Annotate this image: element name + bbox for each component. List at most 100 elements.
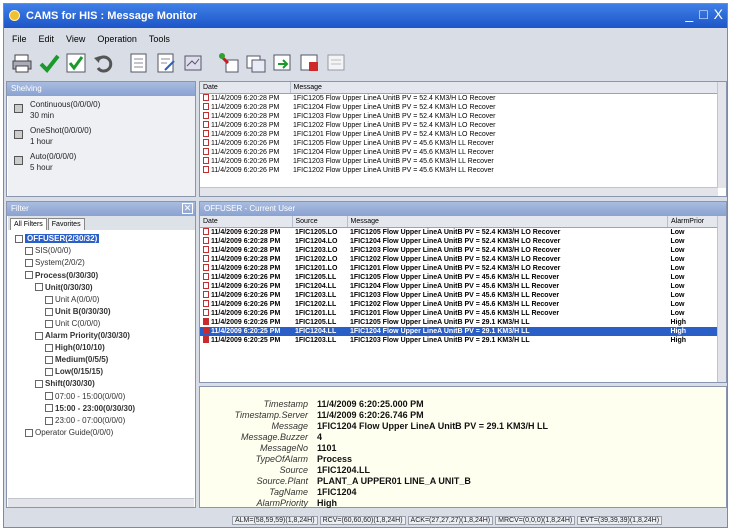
row-message: 1FIC1205 Flow Upper LineA UnitB PV = 45.… [350,273,560,281]
tree-node[interactable]: Unit(0/30/30) [35,283,93,292]
column-header-message[interactable]: Message [347,216,668,228]
table-row[interactable]: 11/4/2009 6:20:26 PM 1FIC1203.LL 1FIC1203 … [200,291,718,300]
column-header-source[interactable]: Source [292,216,348,228]
table-row[interactable]: 11/4/2009 6:20:28 PM 1FIC1204.LO 1FIC1204 … [200,237,718,246]
tree-node-icon [25,247,33,256]
tab-all-filters[interactable]: All Filters [10,218,47,230]
alarm-marker-icon [203,228,209,236]
tree-node-label: Process(0/30/30) [35,270,99,280]
shelving-title: Shelving [7,82,195,96]
tree-node[interactable]: Operator Guide(0/0/0) [25,428,113,437]
table-row[interactable]: 11/4/2009 6:20:26 PM 1FIC1204.LL 1FIC1204 … [200,282,718,291]
tree-node-label: Unit A(0/0/0) [55,294,100,304]
tree-node[interactable]: High(0/10/10) [45,343,105,352]
undo-icon[interactable] [91,51,115,75]
row-priority: High [670,318,687,326]
table-row[interactable]: 11/4/2009 6:20:28 PM 1FIC1203 Flow Upper … [200,112,718,121]
list-edit-icon[interactable] [154,51,178,75]
row-date-text: 11/4/2009 6:20:28 PM [211,264,281,272]
tree-node[interactable]: Alarm Priority(0/30/30) [35,331,130,340]
shelving-item-name[interactable]: OneShot(0/0/0/0) [30,126,91,135]
detail-key: Timestamp.Server [234,410,308,420]
tree-node[interactable]: Unit A(0/0/0) [45,295,99,304]
tree-node[interactable]: 23:00 - 07:00(0/0/0) [45,416,125,425]
menu-tools[interactable]: Tools [149,34,170,44]
table-row[interactable]: 11/4/2009 6:20:28 PM 1FIC1205.LO 1FIC1205 … [200,227,718,237]
history-table: Date Message 11/4/2009 6:20:28 PM 1FIC120… [200,82,718,175]
print-icon[interactable] [10,51,34,75]
title-bar[interactable]: CAMS for HIS : Message Monitor _ □ X [4,4,727,28]
tree-node[interactable]: System(2/0/2) [25,258,85,267]
table-row[interactable]: 11/4/2009 6:20:28 PM 1FIC1203.LO 1FIC1203 … [200,246,718,255]
menu-file[interactable]: File [12,34,27,44]
table-row[interactable]: 11/4/2009 6:20:26 PM 1FIC1202.LL 1FIC1202 … [200,300,718,309]
tree-node[interactable]: SIS(0/0/0) [25,246,71,255]
column-header-date[interactable]: Date [200,82,291,94]
table-row[interactable]: 11/4/2009 6:20:28 PM 1FIC1202 Flow Upper … [200,121,718,130]
tree-node-icon [35,283,43,292]
tree-node-label: Low(0/15/15) [55,367,104,377]
window-red-icon[interactable] [298,51,322,75]
table-row[interactable]: 11/4/2009 6:20:26 PM 1FIC1203 Flow Upper … [200,157,718,166]
row-date: 11/4/2009 6:20:26 PM [200,139,290,148]
table-row[interactable]: 11/4/2009 6:20:25 PM 1FIC1203.LL 1FIC1203 … [200,336,718,345]
vertical-scrollbar[interactable] [717,82,726,188]
row-message: 1FIC1204 Flow Upper LineA UnitB PV = 45.… [293,148,494,156]
acknowledge-all-icon[interactable] [64,51,88,75]
menu-view[interactable]: View [66,34,85,44]
table-row[interactable]: 11/4/2009 6:20:28 PM 1FIC1201.LO 1FIC1201 … [200,264,718,273]
detail-key: AlarmPriority [256,498,308,508]
row-date: 11/4/2009 6:20:28 PM [200,264,292,273]
alarm-marker-icon [203,130,209,138]
acknowledge-check-icon[interactable] [37,51,61,75]
menu-operation[interactable]: Operation [97,34,137,44]
tree-node[interactable]: Process(0/30/30) [25,271,98,280]
table-row[interactable]: 11/4/2009 6:20:28 PM 1FIC1202.LO 1FIC1202 … [200,255,718,264]
window-arrow-icon[interactable] [271,51,295,75]
table-row[interactable]: 11/4/2009 6:20:26 PM 1FIC1205 Flow Upper … [200,139,718,148]
horizontal-scrollbar[interactable] [8,498,194,507]
window-blank-icon[interactable] [325,51,349,75]
row-date-text: 11/4/2009 6:20:28 PM [211,246,281,254]
close-button[interactable]: X [714,6,723,22]
table-row[interactable]: 11/4/2009 6:20:25 PM 1FIC1204.LL 1FIC1204 … [200,326,718,336]
close-icon[interactable]: ✕ [182,203,193,214]
window-icon[interactable] [244,51,268,75]
minimize-button[interactable]: _ [685,6,693,22]
list-icon[interactable] [127,51,151,75]
status-field: ALM=(58,59,59)(1,8,24H) [232,515,318,525]
maximize-button[interactable]: □ [699,6,707,22]
shelving-item-name[interactable]: Auto(0/0/0/0) [30,152,76,161]
horizontal-scrollbar[interactable] [200,187,718,196]
column-header-date[interactable]: Date [200,216,293,228]
main-window: CAMS for HIS : Message Monitor _ □ X Fil… [3,3,728,528]
status-field: EVT=(39,39,39)(1,8,24H) [577,515,663,525]
table-row[interactable]: 11/4/2009 6:20:26 PM 1FIC1204 Flow Upper … [200,148,718,157]
tree-node[interactable]: 15:00 - 23:00(0/30/30) [45,404,135,413]
tree-node[interactable]: 07:00 - 15:00(0/0/0) [45,392,125,401]
table-row[interactable]: 11/4/2009 6:20:26 PM 1FIC1205.LL 1FIC1205 … [200,273,718,282]
table-row[interactable]: 11/4/2009 6:20:26 PM 1FIC1201.LL 1FIC1201 … [200,309,718,318]
tree-node[interactable]: OFFUSER(2/30/32) [15,234,100,244]
table-row[interactable]: 11/4/2009 6:20:26 PM 1FIC1202 Flow Upper … [200,166,718,175]
shelve-icon[interactable] [181,51,205,75]
table-row[interactable]: 11/4/2009 6:20:28 PM 1FIC1204 Flow Upper … [200,103,718,112]
tree-node-icon [45,416,53,425]
table-row[interactable]: 11/4/2009 6:20:28 PM 1FIC1205 Flow Upper … [200,93,718,103]
shelving-item-name[interactable]: Continuous(0/0/0/0) [30,100,100,109]
table-row[interactable]: 11/4/2009 6:20:28 PM 1FIC1201 Flow Upper … [200,130,718,139]
tree-node[interactable]: Unit C(0/0/0) [45,319,100,328]
column-header-message[interactable]: Message [290,82,718,94]
table-row[interactable]: 11/4/2009 6:20:26 PM 1FIC1205.LL 1FIC1205 … [200,318,718,327]
tab-favorites[interactable]: Favorites [47,218,85,230]
row-priority: Low [670,273,685,281]
alarm-filter-icon[interactable] [217,51,241,75]
alarm-marker-icon [203,327,209,335]
tree-node[interactable]: Medium(0/5/5) [45,355,108,364]
vertical-scrollbar[interactable] [717,216,726,382]
tree-node[interactable]: Unit B(0/30/30) [45,307,111,316]
menu-edit[interactable]: Edit [39,34,55,44]
tree-node[interactable]: Low(0/15/15) [45,367,103,376]
tree-node[interactable]: Shift(0/30/30) [35,379,95,388]
column-header-alarm-priority[interactable]: AlarmPrior [667,216,718,228]
